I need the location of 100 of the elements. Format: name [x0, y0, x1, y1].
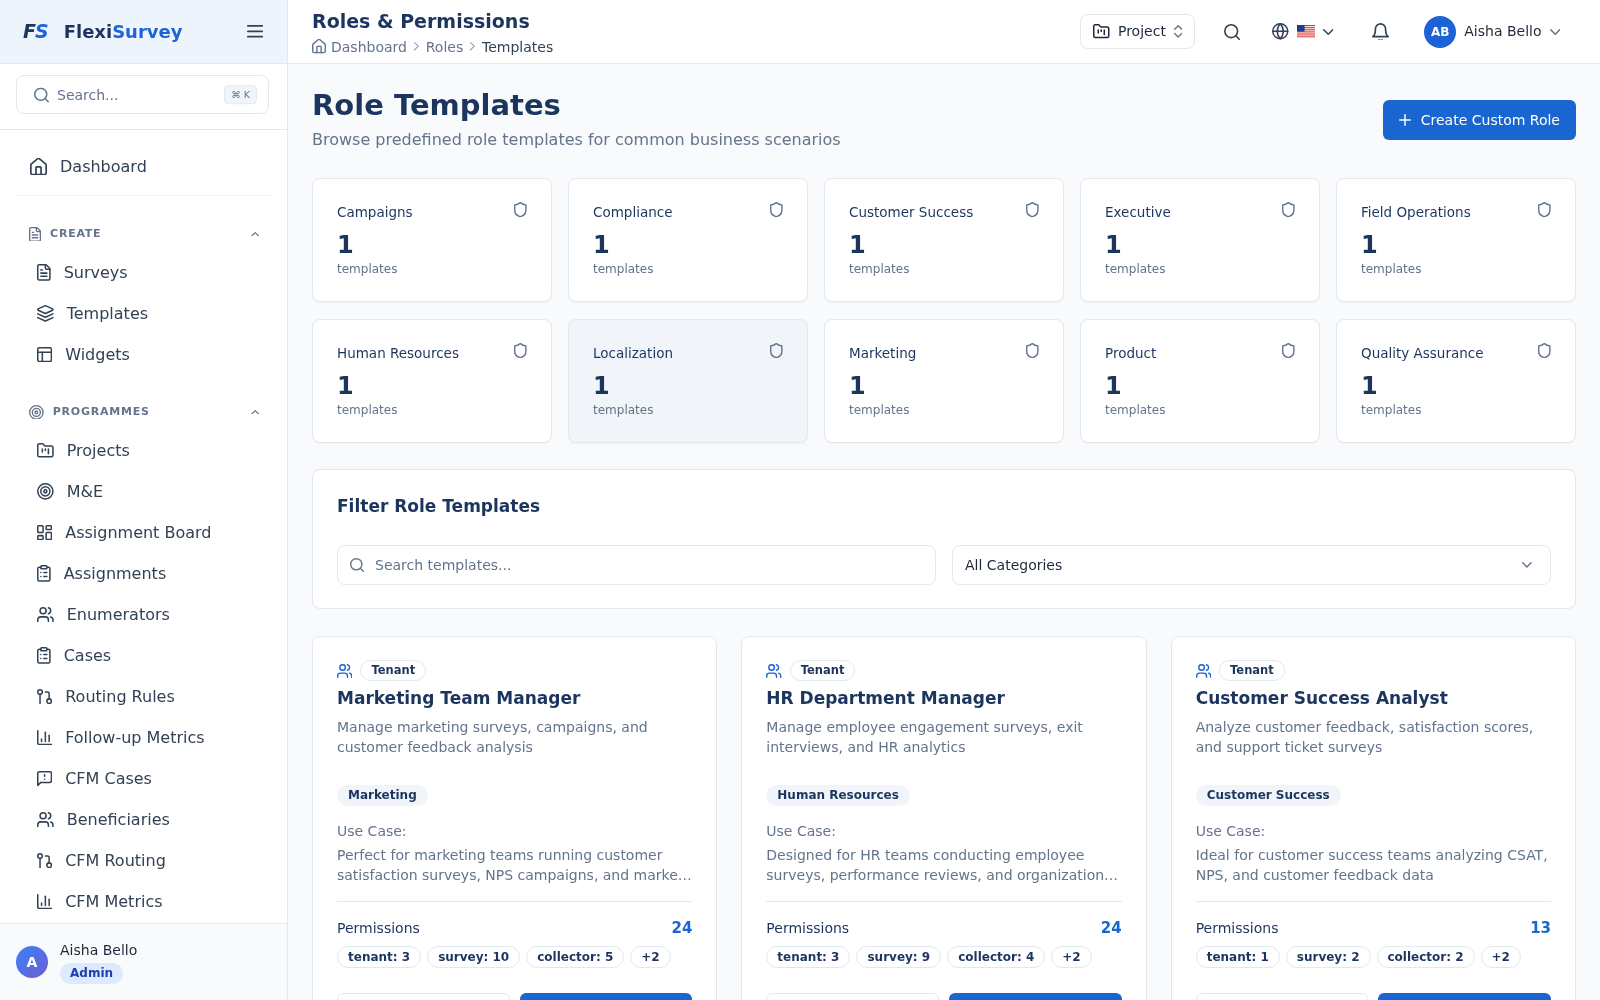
document-icon — [37, 264, 51, 281]
folder-icon — [1093, 24, 1110, 39]
user-avatar: A — [16, 946, 48, 978]
use-case-text: Ideal for customer success teams analyzing CSAT, NPS, and customer feedback data — [1195, 846, 1549, 885]
menu-icon[interactable] — [246, 25, 263, 38]
user-name[interactable]: Aisha Bello — [1464, 21, 1542, 42]
chevrons-icon — [1173, 25, 1183, 38]
sidebar-item[interactable]: Cases — [16, 635, 271, 676]
document-icon — [29, 226, 42, 242]
category-card[interactable]: Marketing 1 templates — [824, 319, 1064, 443]
branch-icon — [37, 688, 53, 705]
sidebar-item[interactable]: Projects — [16, 430, 271, 471]
category-card[interactable]: Compliance 1 templates — [568, 178, 808, 302]
category-card[interactable]: Localization 1 templates — [568, 319, 808, 443]
sidebar-item[interactable]: CFM Cases — [16, 758, 271, 799]
shield-icon — [1538, 343, 1551, 359]
count-label: templates — [1105, 261, 1167, 278]
category-card[interactable]: Product 1 templates — [1080, 319, 1320, 443]
category-card[interactable]: Field Operations 1 templates — [1336, 178, 1576, 302]
count-label: templates — [1361, 261, 1423, 278]
shield-icon — [1026, 343, 1039, 359]
category-tag: Human Resources — [766, 785, 910, 806]
sidebar-item[interactable]: Surveys — [16, 252, 271, 293]
permissions-label: Permissions — [766, 919, 850, 938]
users-icon — [37, 811, 54, 828]
category-name: Human Resources — [337, 344, 459, 363]
sidebar-item[interactable]: CFM Routing — [16, 840, 271, 881]
clipboard-icon — [37, 565, 51, 582]
template-count: 1 — [593, 371, 611, 401]
sidebar-item[interactable]: Follow-up Metrics — [16, 717, 271, 758]
sidebar-item[interactable]: Enumerators — [16, 594, 271, 635]
template-description: Manage marketing surveys, campaigns, and customer feedback analysis — [337, 718, 649, 757]
chevron-up-icon[interactable] — [250, 231, 259, 237]
home-icon — [312, 39, 326, 54]
category-card[interactable]: Quality Assurance 1 templates — [1336, 319, 1576, 443]
globe-icon[interactable] — [1272, 23, 1289, 40]
sidebar-item[interactable]: Dashboard — [16, 146, 271, 187]
page-title: Roles & Permissions — [312, 8, 531, 33]
sidebar-item[interactable]: Assignment Board — [16, 512, 271, 553]
user-name: Aisha Bello — [60, 941, 138, 960]
breadcrumb-link[interactable]: Dashboard — [312, 36, 407, 57]
heading: Role Templates — [312, 88, 562, 123]
sidebar-item[interactable]: Beneficiaries — [16, 799, 271, 840]
sidebar-item[interactable]: CFM Metrics — [16, 881, 271, 922]
plus-icon — [1398, 114, 1411, 126]
count-label: templates — [849, 261, 911, 278]
chevron-up-icon[interactable] — [250, 409, 259, 415]
sidebar-item[interactable]: Routing Rules — [16, 676, 271, 717]
category-card[interactable]: Human Resources 1 templates — [312, 319, 552, 443]
bar-chart-icon — [37, 729, 53, 746]
category-name: Compliance — [593, 203, 673, 222]
count-label: templates — [593, 402, 655, 419]
shield-icon — [1538, 202, 1551, 218]
flag-icon[interactable] — [1296, 25, 1315, 38]
template-count: 1 — [849, 230, 867, 260]
chevron-down-icon — [1522, 562, 1532, 568]
template-count: 1 — [593, 230, 611, 260]
template-title: Customer Success Analyst — [1195, 687, 1449, 710]
category-card[interactable]: Executive 1 templates — [1080, 178, 1320, 302]
sidebar-item[interactable]: Templates — [16, 293, 271, 334]
bell-icon[interactable] — [1372, 22, 1390, 41]
breadcrumb-link[interactable]: Roles — [425, 36, 464, 57]
logo-mark: FS — [23, 22, 48, 41]
target-icon — [29, 404, 44, 420]
role-tag: Admin — [60, 963, 124, 984]
sidebar-item[interactable]: Assignments — [16, 553, 271, 594]
section-toggle[interactable]: PROGRAMMES — [16, 394, 271, 430]
section-toggle[interactable]: CREATE — [16, 216, 271, 252]
category-card[interactable]: Campaigns 1 templates — [312, 178, 552, 302]
bar-chart-icon — [37, 893, 53, 910]
user-avatar[interactable]: AB — [1424, 15, 1457, 48]
shield-icon — [514, 202, 527, 218]
category-name: Product — [1105, 344, 1157, 363]
category-name: Field Operations — [1361, 203, 1471, 222]
use-case-label: Use Case: — [1195, 822, 1267, 841]
permissions-label: Permissions — [1195, 919, 1279, 938]
sidebar-item[interactable]: M&E — [16, 471, 271, 512]
folder-icon — [37, 443, 54, 458]
template-count: 1 — [1105, 371, 1123, 401]
search-field[interactable]: Search templates... — [337, 545, 936, 585]
template-title: Marketing Team Manager — [337, 687, 582, 710]
category-card[interactable]: Customer Success 1 templates — [824, 178, 1064, 302]
template-title: HR Department Manager — [766, 687, 1006, 710]
use-case-text: Designed for HR teams conducting employee surveys, performance reviews, and organization… — [766, 846, 1120, 885]
chevron-down-icon[interactable] — [1549, 28, 1560, 35]
project-selector[interactable]: Project — [1080, 14, 1196, 49]
category-select[interactable]: All Categories — [952, 545, 1551, 585]
chevron-down-icon[interactable] — [1322, 28, 1334, 35]
shield-icon — [514, 343, 527, 359]
category-name: Campaigns — [337, 203, 413, 222]
permissions-count: 24 — [1100, 918, 1122, 938]
search-icon[interactable] — [1224, 23, 1241, 40]
create-role-button[interactable]: Create Custom Role — [1382, 100, 1576, 140]
sidebar-item[interactable]: Widgets — [16, 334, 271, 375]
template-count: 1 — [337, 230, 355, 260]
template-count: 1 — [849, 371, 867, 401]
users-icon — [337, 663, 353, 678]
permissions-count: 24 — [671, 918, 693, 938]
template-description: Analyze customer feedback, satisfaction scores, and support ticket surveys — [1195, 718, 1535, 757]
use-case-text: Perfect for marketing teams running customer satisfaction surveys, NPS campaigns, and marke… — [337, 846, 693, 885]
